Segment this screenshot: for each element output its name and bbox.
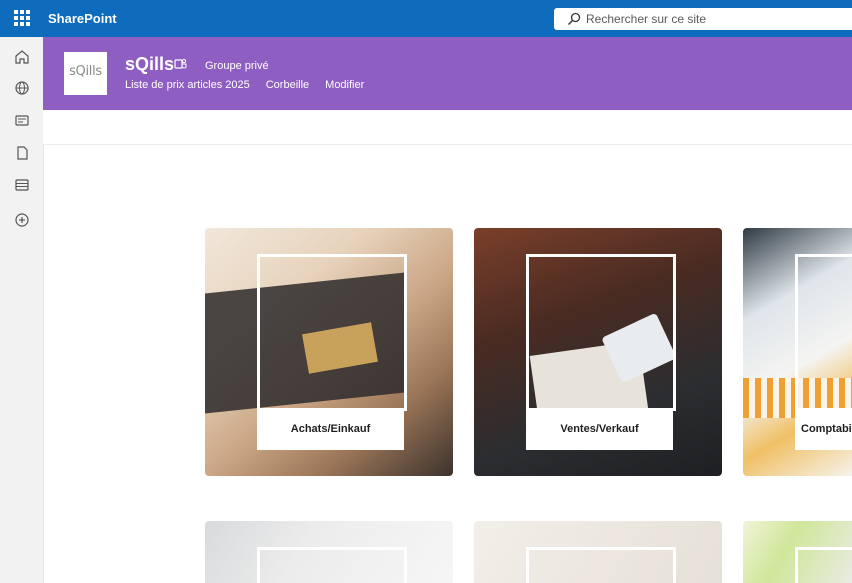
nav-item-price-list[interactable]: Liste de prix articles 2025 [125,79,250,91]
nav-item-edit[interactable]: Modifier [325,79,364,91]
teams-icon[interactable] [173,57,187,71]
tile-label[interactable]: Ventes/Verkauf [526,408,673,450]
logo-text: sQills [69,64,102,79]
tile-frame [795,547,852,583]
site-logo[interactable]: sQills [64,52,107,95]
left-app-bar [0,37,44,583]
search-icon [568,12,581,25]
suite-bar: SharePoint Rechercher sur ce site [0,0,852,37]
tile-frame [795,254,852,411]
app-launcher-icon[interactable] [14,10,30,26]
tile-row2-2[interactable] [474,521,722,583]
globe-icon[interactable] [13,79,31,97]
command-bar [43,110,852,145]
tile-row2-1[interactable] [205,521,453,583]
news-icon[interactable] [13,111,31,129]
tile-frame [526,254,676,411]
tile-accounting[interactable]: Comptabi [743,228,852,476]
search-box[interactable]: Rechercher sur ce site [554,8,852,30]
nav-item-recycle-bin[interactable]: Corbeille [266,79,309,91]
home-icon[interactable] [13,48,31,66]
search-input[interactable]: Rechercher sur ce site [586,12,706,26]
site-title[interactable]: sQills [125,54,174,75]
tile-row2-3[interactable] [743,521,852,583]
app-name[interactable]: SharePoint [48,11,117,26]
tile-purchasing[interactable]: Achats/Einkauf [205,228,453,476]
tile-frame [526,547,676,583]
add-icon[interactable] [13,211,31,229]
site-navigation: Liste de prix articles 2025 Corbeille Mo… [125,79,364,91]
list-icon[interactable] [13,176,31,194]
document-icon[interactable] [13,144,31,162]
tile-frame [257,547,407,583]
tile-sales[interactable]: Ventes/Verkauf [474,228,722,476]
tile-label[interactable]: Achats/Einkauf [257,408,404,450]
tile-frame [257,254,407,411]
group-privacy-label: Groupe privé [205,60,269,72]
tile-label[interactable]: Comptabi [795,408,852,450]
site-header: sQills sQills Groupe privé Liste de prix… [43,37,852,110]
